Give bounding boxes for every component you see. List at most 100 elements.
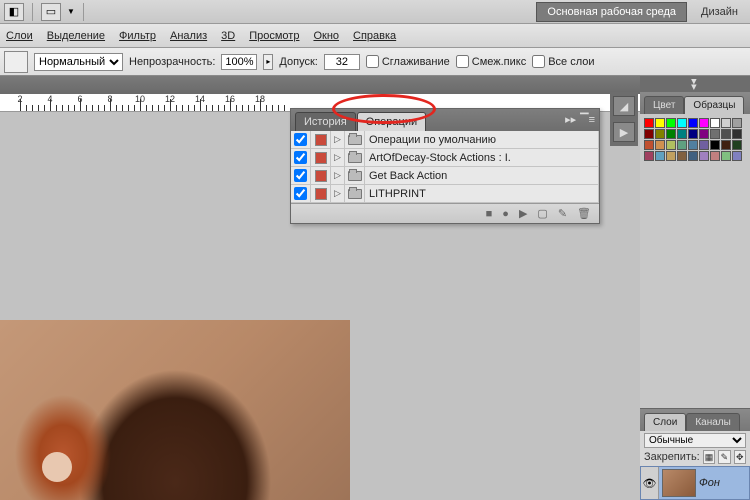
swatch[interactable] (655, 118, 665, 128)
toggle-checkbox[interactable] (291, 167, 311, 184)
tolerance-input[interactable] (324, 54, 360, 70)
workspace-button[interactable]: Основная рабочая среда (536, 2, 687, 22)
swatch[interactable] (721, 129, 731, 139)
swatch[interactable] (644, 151, 654, 161)
swatch[interactable] (644, 140, 654, 150)
lock-transparency-icon[interactable]: ▦ (703, 450, 715, 464)
menu-3d[interactable]: 3D (221, 30, 235, 42)
expand-icon[interactable]: ▷ (331, 167, 345, 184)
swatch[interactable] (677, 151, 687, 161)
swatch[interactable] (710, 129, 720, 139)
contiguous-checkbox[interactable]: Смеж.пикс (456, 55, 526, 68)
action-set-name[interactable]: ArtOfDecay-Stock Actions : I. (365, 149, 599, 166)
menu-view[interactable]: Просмотр (249, 30, 299, 42)
toggle-checkbox[interactable] (291, 185, 311, 202)
tool-preview[interactable] (4, 51, 28, 73)
toggle-checkbox[interactable] (291, 149, 311, 166)
tab-swatches[interactable]: Образцы (684, 96, 744, 114)
design-label[interactable]: Дизайн (693, 6, 746, 18)
tab-history[interactable]: История (295, 112, 356, 131)
layer-name[interactable]: Фон (699, 477, 749, 489)
layer-thumbnail[interactable] (662, 469, 696, 497)
visibility-icon[interactable]: 👁 (641, 467, 659, 499)
record-icon[interactable]: ● (502, 208, 509, 220)
action-set-row[interactable]: ▷ Get Back Action (291, 167, 599, 185)
swatch[interactable] (699, 129, 709, 139)
swatch[interactable] (688, 118, 698, 128)
swatch[interactable] (688, 151, 698, 161)
app-icon[interactable]: ◧ (4, 3, 24, 21)
swatch[interactable] (732, 118, 742, 128)
new-action-icon[interactable]: ✎ (558, 207, 567, 220)
tab-layers[interactable]: Слои (644, 413, 686, 431)
opacity-arrow[interactable]: ▸ (263, 54, 273, 70)
swatch[interactable] (677, 129, 687, 139)
swatch[interactable] (655, 129, 665, 139)
play-icon[interactable]: ▶ (519, 207, 527, 220)
action-set-name[interactable]: Операции по умолчанию (365, 131, 599, 148)
menu-help[interactable]: Справка (353, 30, 396, 42)
tab-color[interactable]: Цвет (644, 96, 684, 114)
layer-row[interactable]: 👁 Фон (640, 466, 750, 500)
action-set-name[interactable]: LITHPRINT (365, 185, 599, 202)
swatch[interactable] (655, 151, 665, 161)
panel-menu-icon[interactable]: ▔≡ (580, 113, 595, 126)
menu-analysis[interactable]: Анализ (170, 30, 207, 42)
swatch[interactable] (666, 118, 676, 128)
lock-pixels-icon[interactable]: ✎ (718, 450, 730, 464)
menu-window[interactable]: Окно (313, 30, 339, 42)
lock-position-icon[interactable]: ✥ (734, 450, 746, 464)
swatch[interactable] (710, 118, 720, 128)
action-set-row[interactable]: ▷ Операции по умолчанию (291, 131, 599, 149)
swatch[interactable] (644, 118, 654, 128)
tab-actions[interactable]: Операции (357, 112, 426, 131)
canvas-image[interactable] (0, 320, 350, 500)
dialog-toggle[interactable] (311, 131, 331, 148)
swatch[interactable] (655, 140, 665, 150)
antialias-checkbox[interactable]: Сглаживание (366, 55, 450, 68)
dock-icon-2[interactable]: ▶ (613, 122, 635, 142)
expand-icon[interactable]: ▷ (331, 149, 345, 166)
dialog-toggle[interactable] (311, 167, 331, 184)
stop-icon[interactable]: ■ (486, 208, 493, 220)
swatch[interactable] (721, 151, 731, 161)
swatch[interactable] (666, 151, 676, 161)
swatch[interactable] (699, 118, 709, 128)
all-layers-checkbox[interactable]: Все слои (532, 55, 594, 68)
expand-icon[interactable]: ▷ (331, 131, 345, 148)
action-set-row[interactable]: ▷ ArtOfDecay-Stock Actions : I. (291, 149, 599, 167)
swatch[interactable] (710, 140, 720, 150)
dialog-toggle[interactable] (311, 185, 331, 202)
dialog-toggle[interactable] (311, 149, 331, 166)
swatch[interactable] (677, 118, 687, 128)
expand-icon[interactable]: ▷ (331, 185, 345, 202)
swatch[interactable] (677, 140, 687, 150)
swatch[interactable] (721, 140, 731, 150)
swatch[interactable] (732, 151, 742, 161)
swatch[interactable] (721, 118, 731, 128)
opacity-input[interactable] (221, 54, 257, 70)
dock-icon-1[interactable]: ◢ (613, 96, 635, 116)
swatch[interactable] (732, 140, 742, 150)
new-set-icon[interactable]: ▢ (537, 207, 547, 220)
trash-icon[interactable]: 🗑 (577, 207, 591, 220)
layer-blend-select[interactable]: Обычные (644, 433, 746, 448)
menu-select[interactable]: Выделение (47, 30, 105, 42)
swatch[interactable] (688, 129, 698, 139)
swatch[interactable] (666, 129, 676, 139)
swatch[interactable] (688, 140, 698, 150)
menu-layers[interactable]: Слои (6, 30, 33, 42)
swatch[interactable] (699, 140, 709, 150)
swatch[interactable] (666, 140, 676, 150)
swatch[interactable] (710, 151, 720, 161)
blend-mode-select[interactable]: Нормальный (34, 53, 123, 71)
toggle-checkbox[interactable] (291, 131, 311, 148)
action-set-row[interactable]: ▷ LITHPRINT (291, 185, 599, 203)
swatch[interactable] (644, 129, 654, 139)
tab-channels[interactable]: Каналы (686, 413, 740, 431)
collapse-icon[interactable]: ▸▸ (688, 78, 701, 89)
screen-mode-button[interactable]: ▭ (41, 3, 61, 21)
swatch[interactable] (699, 151, 709, 161)
panel-collapse-icon[interactable]: ▸▸ (565, 113, 576, 126)
action-set-name[interactable]: Get Back Action (365, 167, 599, 184)
